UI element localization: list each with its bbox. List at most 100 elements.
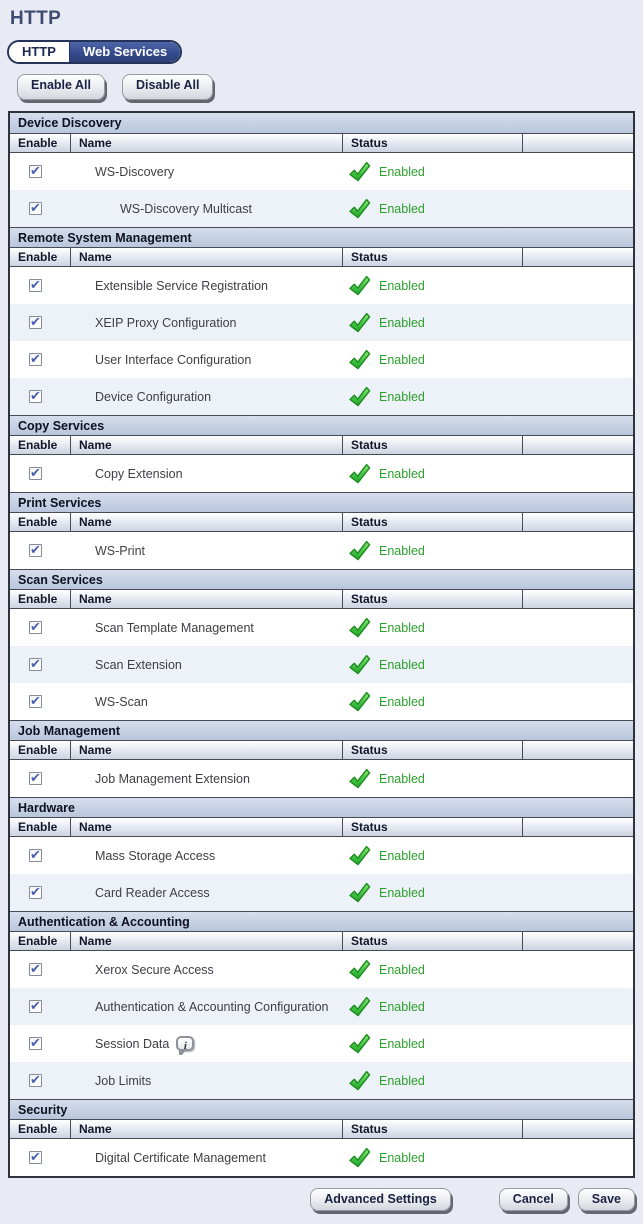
enable-checkbox[interactable]	[29, 390, 42, 403]
enable-checkbox[interactable]	[29, 695, 42, 708]
column-header-name: Name	[71, 932, 343, 951]
enable-cell	[10, 202, 71, 215]
status-cell: Enabled	[343, 349, 523, 370]
column-header-name: Name	[71, 1120, 343, 1139]
enable-cell	[10, 1074, 71, 1087]
disable-all-button[interactable]: Disable All	[122, 74, 213, 100]
status-label: Enabled	[379, 1037, 425, 1051]
table-section: Security Enable Name Status Digital Cert…	[10, 1099, 633, 1176]
table-section: Authentication & Accounting Enable Name …	[10, 911, 633, 1099]
name-cell: Job Limits	[71, 1074, 343, 1088]
green-check-icon	[348, 1033, 371, 1054]
section-header: Scan Services	[10, 569, 633, 590]
status-label: Enabled	[379, 279, 425, 293]
enable-cell	[10, 390, 71, 403]
status-cell: Enabled	[343, 691, 523, 712]
column-header-row: Enable Name Status	[10, 741, 633, 760]
section-title: Security	[18, 1103, 67, 1117]
column-header-name: Name	[71, 436, 343, 455]
enable-checkbox[interactable]	[29, 772, 42, 785]
enable-cell	[10, 467, 71, 480]
enable-checkbox[interactable]	[29, 544, 42, 557]
enable-all-button[interactable]: Enable All	[17, 74, 105, 100]
section-header: Hardware	[10, 797, 633, 818]
enable-checkbox[interactable]	[29, 1000, 42, 1013]
enable-checkbox[interactable]	[29, 353, 42, 366]
status-cell: Enabled	[343, 959, 523, 980]
advanced-settings-button[interactable]: Advanced Settings	[310, 1188, 451, 1211]
table-row: Copy Extension Enabled	[10, 455, 633, 492]
green-check-icon	[348, 386, 371, 407]
enable-checkbox[interactable]	[29, 1151, 42, 1164]
enable-cell	[10, 849, 71, 862]
status-label: Enabled	[379, 658, 425, 672]
service-name: WS-Discovery	[95, 165, 174, 179]
column-header-row: Enable Name Status	[10, 590, 633, 609]
save-button[interactable]: Save	[578, 1188, 635, 1211]
name-cell: XEIP Proxy Configuration	[71, 316, 343, 330]
table-row: Digital Certificate Management Enabled	[10, 1139, 633, 1176]
column-header-enable: Enable	[10, 932, 71, 951]
enable-checkbox[interactable]	[29, 849, 42, 862]
enable-checkbox[interactable]	[29, 279, 42, 292]
service-name: Job Management Extension	[95, 772, 250, 786]
column-header-status: Status	[343, 436, 523, 455]
column-header-enable: Enable	[10, 248, 71, 267]
enable-checkbox[interactable]	[29, 316, 42, 329]
enable-checkbox[interactable]	[29, 202, 42, 215]
cancel-button[interactable]: Cancel	[499, 1188, 568, 1211]
column-header-enable: Enable	[10, 134, 71, 153]
column-header-row: Enable Name Status	[10, 436, 633, 455]
tab-bar: HTTP Web Services	[7, 40, 643, 64]
column-header-extra	[523, 590, 633, 609]
name-cell: WS-Print	[71, 544, 343, 558]
enable-checkbox[interactable]	[29, 1074, 42, 1087]
section-title: Scan Services	[18, 573, 103, 587]
service-name: Scan Extension	[95, 658, 182, 672]
tab-web-services[interactable]: Web Services	[69, 42, 180, 62]
column-header-status: Status	[343, 248, 523, 267]
service-name: Mass Storage Access	[95, 849, 215, 863]
status-cell: Enabled	[343, 882, 523, 903]
name-cell: Digital Certificate Management	[71, 1151, 343, 1165]
column-header-status: Status	[343, 932, 523, 951]
table-section: Device Discovery Enable Name Status WS-D…	[10, 113, 633, 227]
name-cell: Copy Extension	[71, 467, 343, 481]
enable-cell	[10, 772, 71, 785]
tab-http[interactable]: HTTP	[9, 42, 69, 62]
section-header: Copy Services	[10, 415, 633, 436]
enable-cell	[10, 658, 71, 671]
green-check-icon	[348, 654, 371, 675]
enable-checkbox[interactable]	[29, 621, 42, 634]
green-check-icon	[348, 1147, 371, 1168]
footer-actions: Advanced Settings Cancel Save	[8, 1188, 635, 1211]
status-cell: Enabled	[343, 1033, 523, 1054]
column-header-status: Status	[343, 513, 523, 532]
status-cell: Enabled	[343, 540, 523, 561]
enable-checkbox[interactable]	[29, 467, 42, 480]
status-label: Enabled	[379, 202, 425, 216]
name-cell: Authentication & Accounting Configuratio…	[71, 1000, 343, 1014]
name-cell: Card Reader Access	[71, 886, 343, 900]
status-label: Enabled	[379, 316, 425, 330]
service-name: Authentication & Accounting Configuratio…	[95, 1000, 329, 1014]
enable-cell	[10, 886, 71, 899]
enable-checkbox[interactable]	[29, 886, 42, 899]
enable-checkbox[interactable]	[29, 658, 42, 671]
column-header-name: Name	[71, 741, 343, 760]
enable-cell	[10, 695, 71, 708]
enable-checkbox[interactable]	[29, 165, 42, 178]
service-name: Copy Extension	[95, 467, 183, 481]
column-header-extra	[523, 1120, 633, 1139]
table-row: Session Data Enabled	[10, 1025, 633, 1062]
table-row: Scan Template Management Enabled	[10, 609, 633, 646]
table-row: Device Configuration Enabled	[10, 378, 633, 415]
enable-cell	[10, 316, 71, 329]
column-header-name: Name	[71, 590, 343, 609]
column-header-row: Enable Name Status	[10, 818, 633, 837]
enable-checkbox[interactable]	[29, 963, 42, 976]
info-bubble-icon[interactable]	[176, 1036, 194, 1051]
service-name: Session Data	[95, 1037, 169, 1051]
status-cell: Enabled	[343, 161, 523, 182]
enable-checkbox[interactable]	[29, 1037, 42, 1050]
